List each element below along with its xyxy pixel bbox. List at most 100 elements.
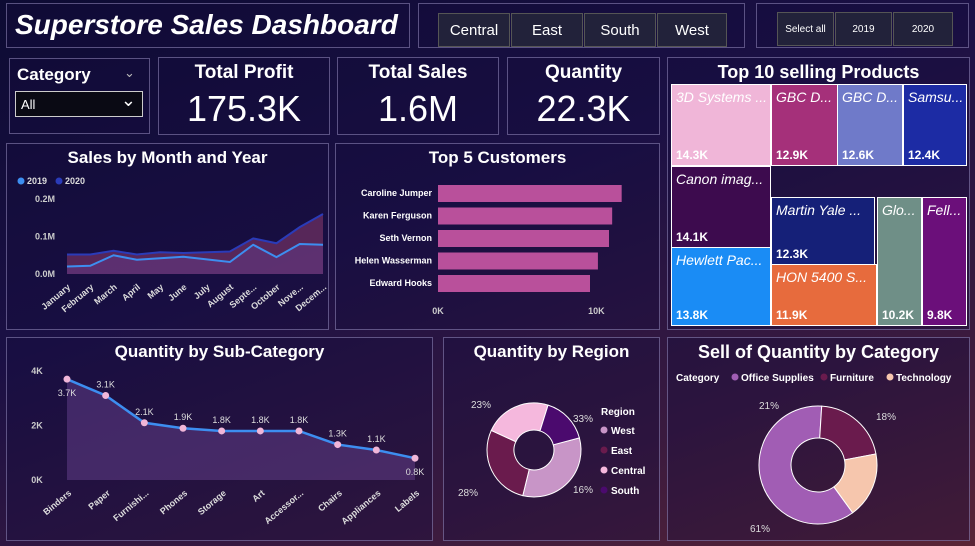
year-2020-button[interactable]: 2020 xyxy=(893,12,953,46)
x-tick-label: Accessor... xyxy=(262,488,305,526)
region-button-west[interactable]: West xyxy=(657,13,727,47)
legend-marker xyxy=(17,177,25,185)
donut-slice xyxy=(819,405,877,461)
legend-label: 2019 xyxy=(27,176,47,186)
x-tick-label: June xyxy=(166,282,189,303)
legend-marker xyxy=(600,486,608,494)
treemap-tile[interactable]: GBC D... 12.9K xyxy=(771,84,838,166)
treemap-tile-name: Samsu... xyxy=(908,89,964,105)
legend-marker xyxy=(55,177,63,185)
subcat-point xyxy=(179,424,187,432)
donut-data-label: 21% xyxy=(759,401,779,412)
donut-data-label: 33% xyxy=(573,414,593,425)
chevron-down-icon: ⌄ xyxy=(120,90,136,110)
legend-label: Furniture xyxy=(830,373,874,384)
subcat-data-label: 3.1K xyxy=(96,380,115,390)
legend-label: 2020 xyxy=(65,176,85,186)
x-tick-label: 10K xyxy=(588,306,605,316)
treemap-tile-name: Glo... xyxy=(882,202,916,218)
treemap-tile-value: 12.9K xyxy=(776,148,809,162)
customer-label: Karen Ferguson xyxy=(363,211,432,221)
subcat-data-label: 3.7K xyxy=(58,388,77,398)
treemap-tile-name: Martin Yale ... xyxy=(776,202,862,218)
customer-bar xyxy=(438,230,609,247)
year-slicer: Select all 2019 2020 xyxy=(756,3,969,48)
legend-label: Technology xyxy=(896,373,952,384)
year-2019-button[interactable]: 2019 xyxy=(835,12,892,46)
top-products-panel: Top 10 selling Products 3D Systems ... 14… xyxy=(667,57,970,330)
x-tick-label: Storage xyxy=(196,488,228,517)
treemap-tile-name: Hewlett Pac... xyxy=(676,252,763,268)
customer-label: Edward Hooks xyxy=(369,278,432,288)
treemap-tile-value: 14.1K xyxy=(676,230,709,244)
x-tick-label: March xyxy=(92,282,119,307)
category-filter: Category ⌄ All ⌄ xyxy=(9,58,150,134)
title-panel: Superstore Sales Dashboard xyxy=(6,3,410,48)
category-panel: Sell of Quantity by Category 61% 21% 18% Ca… xyxy=(667,337,970,541)
treemap-tile[interactable]: GBC D... 12.6K xyxy=(837,84,903,166)
treemap-tile[interactable]: Martin Yale ... 12.3K xyxy=(771,197,875,265)
subcat-data-label: 1.9K xyxy=(174,412,193,422)
region-button-east[interactable]: East xyxy=(511,13,583,47)
top-products-title: Top 10 selling Products xyxy=(717,62,920,82)
treemap-tile[interactable]: Hewlett Pac... 13.8K xyxy=(671,247,771,326)
kpi-profit-label: Total Profit xyxy=(194,62,294,83)
region-panel: Quantity by Region 33% 28% 23% 16% Region Wes… xyxy=(443,337,660,541)
select-all-button[interactable]: Select all xyxy=(777,12,834,46)
region-slicer: Central East South West xyxy=(418,3,745,48)
donut-data-label: 18% xyxy=(876,412,896,423)
kpi-sales-value: 1.6M xyxy=(377,88,459,129)
treemap-tile[interactable]: Samsu... 12.4K xyxy=(903,84,967,166)
kpi-quantity-value: 22.3K xyxy=(536,88,631,129)
kpi-profit-value: 175.3K xyxy=(186,88,302,129)
x-tick-label: Paper xyxy=(86,488,112,512)
category-dropdown[interactable]: All ⌄ xyxy=(15,90,143,117)
sales-month-chart: 2019 20200.0M0.1M0.2MJanuaryFebruaryMarch… xyxy=(17,176,328,314)
treemap-tile-value: 13.8K xyxy=(676,308,709,322)
x-tick-label: 0K xyxy=(432,306,444,316)
legend-marker xyxy=(600,466,608,474)
donut-data-label: 61% xyxy=(750,524,770,535)
treemap-tile[interactable]: HON 5400 S... 11.9K xyxy=(771,264,877,326)
chevron-down-icon[interactable]: ⌄ xyxy=(124,65,135,81)
category-donut-chart: 61% 21% 18% Category Office Supplies Furnitur… xyxy=(676,373,952,535)
legend-label: South xyxy=(611,486,639,497)
y-tick-label: 2K xyxy=(31,421,43,431)
kpi-quantity: Quantity 22.3K xyxy=(507,57,660,135)
legend-label: Central xyxy=(611,466,646,477)
y-tick-label: 0.2M xyxy=(35,194,55,204)
donut-data-label: 23% xyxy=(471,400,491,411)
subcat-data-label: 1.8K xyxy=(290,415,309,425)
dashboard-title: Superstore Sales Dashboard xyxy=(15,9,398,40)
treemap-tile-value: 9.8K xyxy=(927,308,953,322)
x-tick-label: May xyxy=(146,282,166,301)
kpi-total-profit: Total Profit 175.3K xyxy=(158,57,330,135)
y-tick-label: 4K xyxy=(31,366,43,376)
treemap-tile[interactable]: Fell... 9.8K xyxy=(922,197,967,326)
legend-label: East xyxy=(611,446,633,457)
subcat-point xyxy=(218,427,226,435)
subcat-chart: 3.7K 3.1K 2.1K 1.9K 1.8K 1.8K 1.8K 1.3K 1.1K 0.8K… xyxy=(31,366,424,526)
x-tick-label: Furnishi... xyxy=(111,488,150,523)
x-tick-label: Phones xyxy=(158,488,189,517)
donut-data-label: 16% xyxy=(573,485,593,496)
subcat-data-label: 1.8K xyxy=(212,415,231,425)
subcat-panel: Quantity by Sub-Category 3.7K 3.1K 2.1K 1.9… xyxy=(6,337,433,541)
subcat-point xyxy=(411,454,419,462)
customer-label: Seth Vernon xyxy=(379,233,432,243)
treemap-tile[interactable]: Glo... 10.2K xyxy=(877,197,922,326)
customer-label: Caroline Jumper xyxy=(361,188,433,198)
treemap-tile[interactable]: Canon imag... 14.1K xyxy=(671,166,771,248)
treemap-tile-value: 10.2K xyxy=(882,308,915,322)
region-button-central[interactable]: Central xyxy=(438,13,510,47)
treemap-tile-name: GBC D... xyxy=(776,89,833,105)
region-button-south[interactable]: South xyxy=(584,13,656,47)
treemap-tile-value: 14.3K xyxy=(676,148,709,162)
legend-marker xyxy=(600,426,608,434)
subcat-point xyxy=(63,375,71,383)
treemap-tile[interactable]: 3D Systems ... 14.3K xyxy=(671,84,771,166)
subcat-point xyxy=(372,446,380,454)
legend-label: West xyxy=(611,426,635,437)
subcat-data-label: 1.1K xyxy=(367,434,386,444)
legend-marker xyxy=(886,373,894,381)
